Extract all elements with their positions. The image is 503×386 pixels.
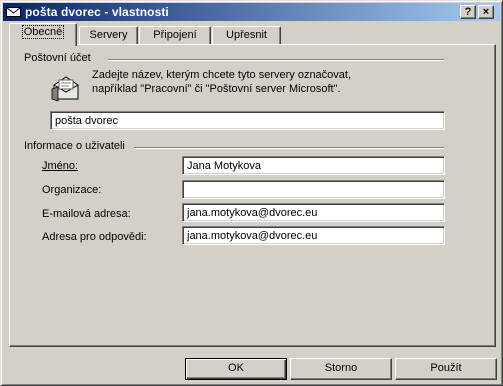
email-label: E-mailová adresa: [42,208,131,220]
tab-servers[interactable]: Servery [79,26,138,46]
mail-account-heading: Poštovní účet [24,52,91,64]
reply-address-input[interactable]: jana.motykova@dvorec.eu [182,226,445,245]
section-divider [108,59,444,61]
tab-general-label: Obecné [21,25,65,39]
cancel-button[interactable]: Storno [290,358,392,380]
title-bar[interactable]: pošta dvorec - vlastnosti ? × [3,3,500,21]
tab-advanced-label: Upřesnit [226,29,267,41]
account-name-input[interactable]: pošta dvorec [50,111,445,130]
email-input[interactable]: jana.motykova@dvorec.eu [182,203,445,222]
reply-address-label: Adresa pro odpovědi: [42,231,147,243]
mail-icon [6,7,21,17]
mail-account-description-line1: Zadejte název, kterým chcete tyto server… [92,69,352,81]
mail-account-icon [51,76,79,102]
tab-connection[interactable]: Připojení [139,26,211,46]
organization-input[interactable] [182,180,445,199]
properties-dialog: pošta dvorec - vlastnosti ? × Obecné Ser… [0,0,503,386]
tab-connection-label: Připojení [153,29,197,41]
tab-panel-general: Poštovní účet Zadejte název, kterým chce… [9,44,496,347]
name-input[interactable]: Jana Motykova [182,156,445,175]
name-label-text: Jméno: [42,160,79,172]
help-button[interactable]: ? [460,5,476,19]
tab-general[interactable]: Obecné [9,23,77,46]
tab-servers-label: Servery [89,29,128,41]
ok-button[interactable]: OK [185,358,287,380]
apply-button[interactable]: Použít [395,358,497,380]
mail-account-description-line2: například "Pracovní" či "Poštovní server… [92,83,341,95]
window-title: pošta dvorec - vlastnosti [25,5,169,19]
close-button[interactable]: × [478,5,494,19]
name-label: Jméno: [42,160,78,172]
user-info-heading: Informace o uživateli [24,140,125,152]
organization-label: Organizace: [42,184,102,196]
tab-advanced[interactable]: Upřesnit [212,26,281,46]
section-divider [134,147,444,149]
